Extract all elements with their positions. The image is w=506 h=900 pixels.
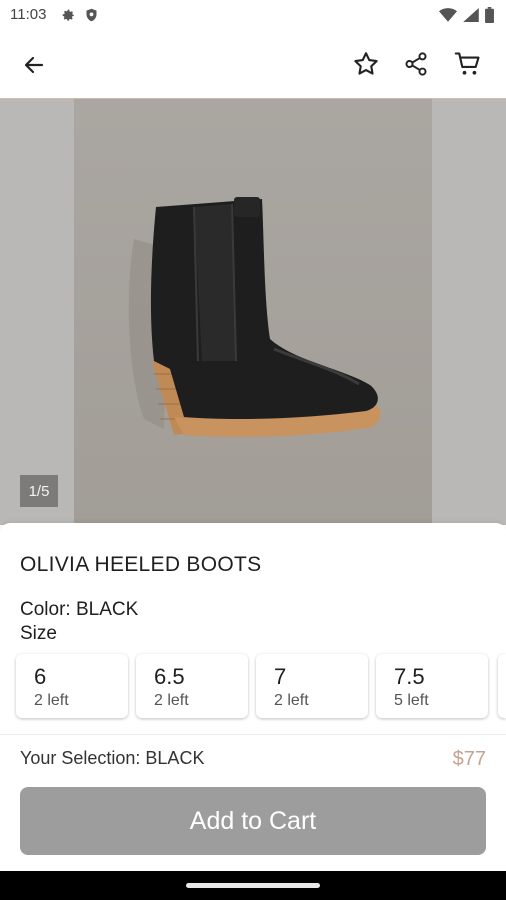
- size-stock: 2 left: [274, 692, 309, 709]
- size-option[interactable]: 7.5 5 left: [376, 654, 488, 718]
- size-options: 6 2 left 6.5 2 left 7 2 left 7.5 5 left: [16, 654, 488, 718]
- add-to-cart-button[interactable]: Add to Cart: [20, 787, 486, 855]
- home-gesture-handle[interactable]: [186, 883, 320, 888]
- boot-illustration: [74, 99, 432, 525]
- color-selection-label: Color: BLACK: [20, 599, 139, 620]
- size-option[interactable]: 6 2 left: [16, 654, 128, 718]
- system-nav-bar: [0, 871, 506, 900]
- size-value: 6: [34, 664, 47, 689]
- status-icons-right: [439, 7, 494, 28]
- app-bar: [0, 32, 506, 99]
- status-icons-left: [60, 7, 99, 28]
- cart-icon[interactable]: [448, 44, 488, 84]
- back-arrow-icon[interactable]: [14, 45, 54, 85]
- gear-icon: [60, 7, 76, 28]
- shield-icon: [84, 7, 99, 28]
- size-stock: 2 left: [154, 692, 189, 709]
- size-value: 6.5: [154, 664, 185, 689]
- star-icon[interactable]: [346, 44, 386, 84]
- size-value: 7.5: [394, 664, 425, 689]
- size-option-partial[interactable]: [498, 654, 506, 718]
- product-photo: [74, 99, 432, 525]
- size-stock: 5 left: [394, 692, 429, 709]
- product-price: $77: [452, 748, 486, 770]
- size-heading: Size: [20, 623, 57, 644]
- signal-icon: [463, 8, 479, 27]
- size-option[interactable]: 6.5 2 left: [136, 654, 248, 718]
- status-bar: 11:03: [0, 0, 506, 32]
- selection-summary: Your Selection: BLACK: [20, 748, 205, 768]
- product-sheet: OLIVIA HEELED BOOTS Color: BLACK Size 6 …: [0, 523, 506, 871]
- size-option[interactable]: 7 2 left: [256, 654, 368, 718]
- size-stock: 2 left: [34, 692, 69, 709]
- wifi-icon: [439, 8, 457, 27]
- image-counter: 1/5: [20, 475, 58, 507]
- product-title: OLIVIA HEELED BOOTS: [20, 553, 262, 576]
- battery-icon: [485, 7, 494, 28]
- size-value: 7: [274, 664, 287, 689]
- share-icon[interactable]: [396, 44, 436, 84]
- product-gallery[interactable]: [0, 99, 506, 525]
- divider: [0, 734, 506, 735]
- status-time: 11:03: [10, 6, 47, 23]
